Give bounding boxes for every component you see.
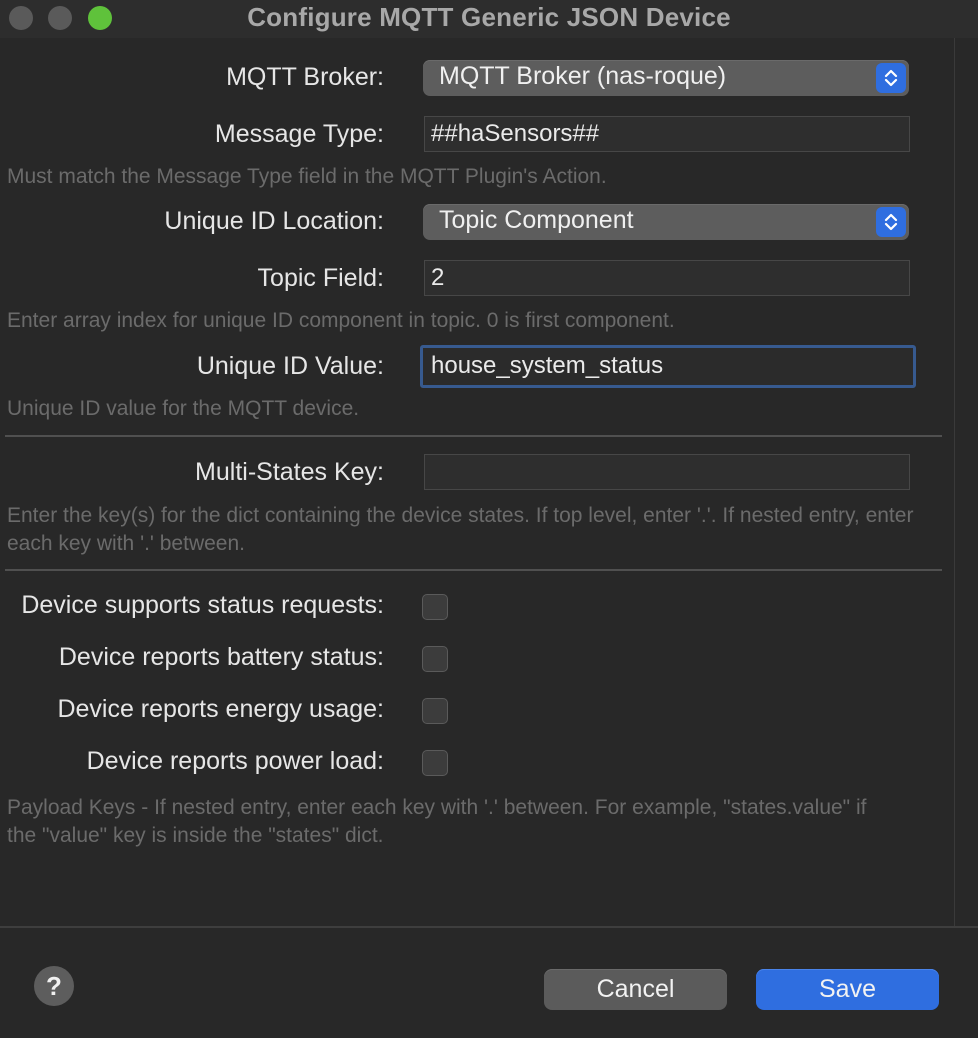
topic-field-hint: Enter array index for unique ID componen… xyxy=(7,309,675,332)
multi-states-input[interactable] xyxy=(424,454,910,490)
battery-status-checkbox[interactable] xyxy=(422,646,448,672)
uid-value-text: house_system_status xyxy=(431,352,664,379)
status-requests-label: Device supports status requests: xyxy=(21,591,384,619)
payload-keys-hint: Payload Keys - If nested entry, enter ea… xyxy=(7,796,867,847)
topic-field-input[interactable]: 2 xyxy=(424,260,910,296)
uid-location-popup[interactable]: Topic Component xyxy=(423,204,909,240)
cancel-button[interactable]: Cancel xyxy=(544,969,727,1010)
broker-popup-value: MQTT Broker (nas-roque) xyxy=(439,62,727,90)
topic-field-value: 2 xyxy=(431,264,445,291)
message-type-label: Message Type: xyxy=(214,120,384,148)
uid-value-input[interactable]: house_system_status xyxy=(420,345,916,388)
dialog-window: Configure MQTT Generic JSON Device MQTT … xyxy=(0,0,978,1038)
uid-location-popup-value: Topic Component xyxy=(439,206,634,234)
energy-usage-label: Device reports energy usage: xyxy=(57,695,384,723)
multi-states-label: Multi-States Key: xyxy=(195,458,384,486)
section-divider xyxy=(5,435,942,437)
battery-status-label: Device reports battery status: xyxy=(58,643,384,671)
vertical-scrollbar[interactable] xyxy=(954,38,978,926)
save-button[interactable]: Save xyxy=(756,969,939,1010)
uid-value-hint: Unique ID value for the MQTT device. xyxy=(7,397,360,420)
window-title: Configure MQTT Generic JSON Device xyxy=(247,2,731,32)
message-type-hint: Must match the Message Type field in the… xyxy=(7,165,607,188)
message-type-field[interactable]: ##haSensors## xyxy=(424,116,910,152)
message-type-value: ##haSensors## xyxy=(431,120,600,147)
form-content: MQTT Broker: MQTT Broker (nas-roque) Mes… xyxy=(0,38,954,926)
power-load-checkbox[interactable] xyxy=(422,750,448,776)
footer-divider xyxy=(0,926,978,928)
power-load-label: Device reports power load: xyxy=(86,747,384,775)
multi-states-hint: Enter the key(s) for the dict containing… xyxy=(7,504,914,555)
broker-label: MQTT Broker: xyxy=(226,63,384,91)
updown-chevron-icon xyxy=(876,207,906,237)
topic-field-label: Topic Field: xyxy=(257,264,384,292)
status-requests-checkbox[interactable] xyxy=(422,594,448,620)
title-bar: Configure MQTT Generic JSON Device xyxy=(0,0,978,38)
help-button[interactable]: ? xyxy=(34,966,74,1006)
broker-popup[interactable]: MQTT Broker (nas-roque) xyxy=(423,60,909,96)
energy-usage-checkbox[interactable] xyxy=(422,698,448,724)
section-divider xyxy=(5,569,942,571)
uid-value-label: Unique ID Value: xyxy=(196,352,384,380)
uid-location-label: Unique ID Location: xyxy=(164,207,384,235)
updown-chevron-icon xyxy=(876,63,906,93)
